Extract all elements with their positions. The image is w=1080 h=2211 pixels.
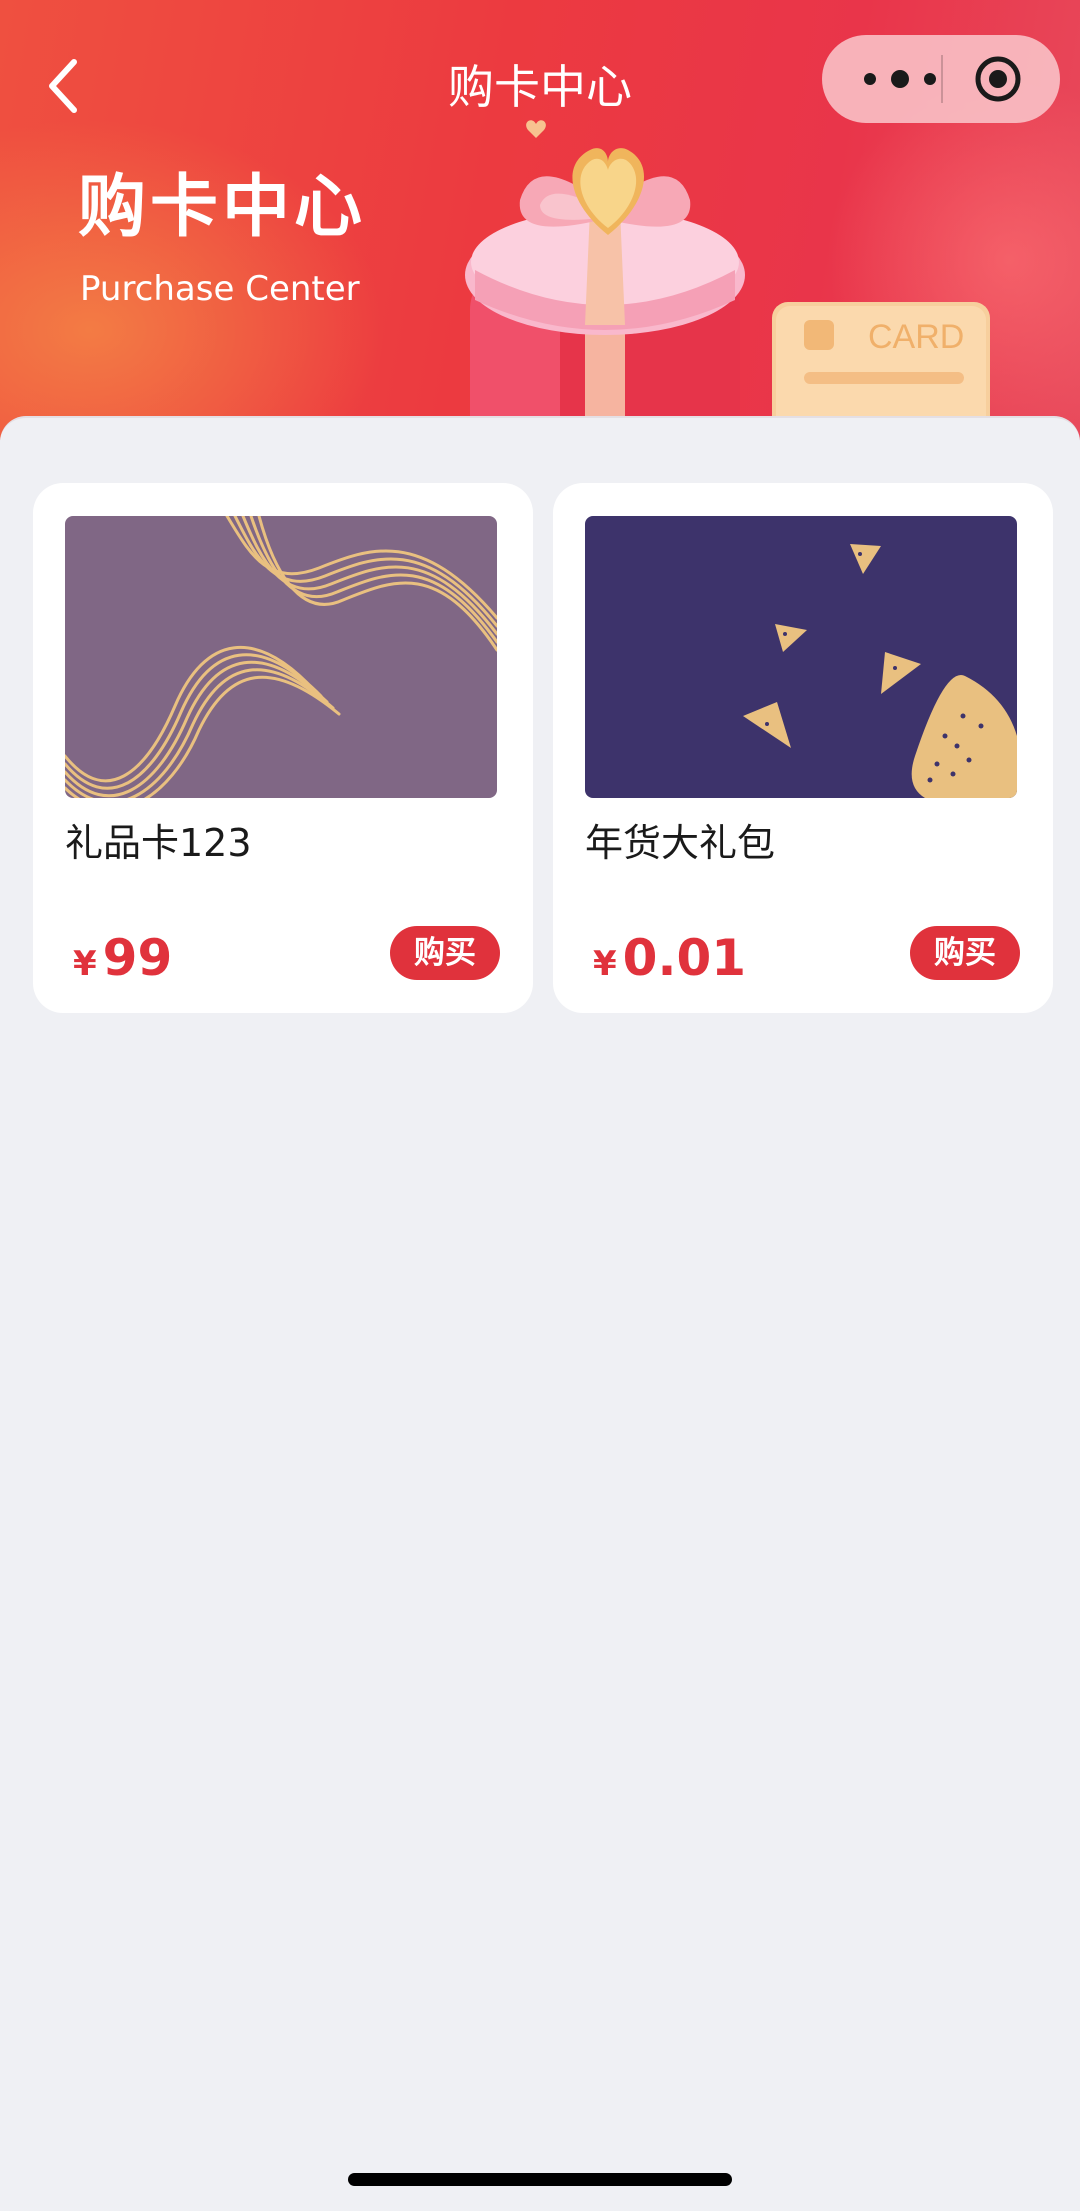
header-banner: CARD 购卡中心 购卡中心 Purchase Center (0, 0, 1080, 440)
card-illustration-label: CARD (868, 318, 964, 356)
buy-button[interactable]: 购买 (910, 926, 1020, 980)
buy-button[interactable]: 购买 (390, 926, 500, 980)
product-price: ¥99 (73, 923, 172, 1005)
currency-symbol: ¥ (593, 944, 617, 984)
target-circle-icon[interactable] (974, 55, 1022, 103)
product-thumbnail (65, 516, 497, 798)
content-sheet-top (0, 416, 1080, 458)
gift-box-illustration: CARD (465, 120, 990, 440)
product-name: 礼品卡123 (65, 821, 252, 865)
product-price: ¥0.01 (593, 923, 746, 1005)
mini-program-capsule (822, 35, 1060, 123)
capsule-divider (941, 55, 943, 103)
product-thumbnail (585, 516, 1017, 798)
home-indicator (348, 2173, 732, 2186)
more-dots-icon[interactable] (858, 63, 952, 95)
product-name: 年货大礼包 (585, 821, 776, 865)
banner-subtitle: Purchase Center (80, 269, 360, 309)
price-value: 99 (102, 929, 173, 987)
product-card[interactable]: 年货大礼包 ¥0.01 购买 (553, 483, 1053, 1013)
currency-symbol: ¥ (73, 944, 97, 984)
price-value: 0.01 (622, 929, 747, 987)
banner-title: 购卡中心 (78, 168, 367, 247)
product-card[interactable]: 礼品卡123 ¥99 购买 (33, 483, 533, 1013)
